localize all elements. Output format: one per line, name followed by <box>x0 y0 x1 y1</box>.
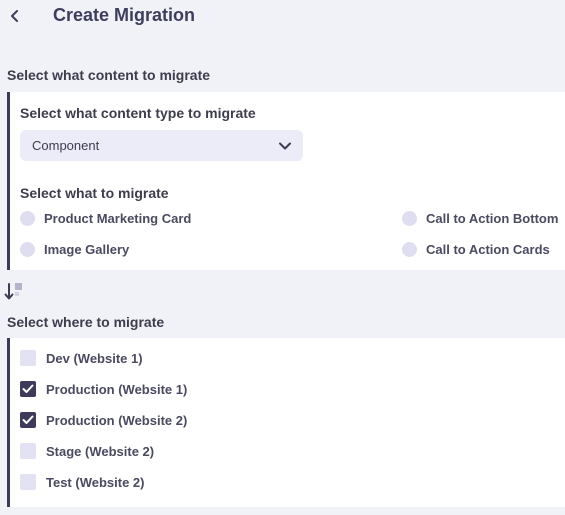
checkbox[interactable] <box>20 412 36 428</box>
checkbox[interactable] <box>20 350 36 366</box>
radio-label: Call to Action Bottom <box>426 211 559 226</box>
migrate-arrow-icon <box>4 283 22 300</box>
target-option[interactable]: Stage (Website 2) <box>20 443 154 459</box>
radio-label: Image Gallery <box>44 242 130 257</box>
radio-button[interactable] <box>20 211 35 226</box>
checkbox-label: Stage (Website 2) <box>46 443 155 459</box>
content-type-value: Component <box>32 138 100 153</box>
checkbox[interactable] <box>20 443 36 459</box>
target-option[interactable]: Test (Website 2) <box>20 474 144 490</box>
checkbox-label: Production (Website 2) <box>46 412 188 428</box>
checkbox-label: Dev (Website 1) <box>46 350 143 366</box>
radio-option[interactable]: Call to Action Cards <box>402 242 550 257</box>
page-title: Create Migration <box>53 5 196 25</box>
checkmark-icon <box>22 384 34 393</box>
target-option[interactable]: Dev (Website 1) <box>20 350 143 366</box>
checkbox-label: Production (Website 1) <box>46 381 188 397</box>
checkmark-icon <box>22 415 34 424</box>
radio-label: Call to Action Cards <box>426 242 550 257</box>
radio-option[interactable]: Product Marketing Card <box>20 211 191 226</box>
content-section-title: Select what content to migrate <box>7 67 211 83</box>
header: Create Migration <box>0 0 565 36</box>
radio-button[interactable] <box>402 242 417 257</box>
checkbox[interactable] <box>20 381 36 397</box>
radio-button[interactable] <box>402 211 417 226</box>
target-section-title: Select where to migrate <box>7 314 165 330</box>
radio-button[interactable] <box>20 242 35 257</box>
what-to-migrate-label: Select what to migrate <box>20 185 169 201</box>
content-type-label: Select what content type to migrate <box>20 105 256 121</box>
back-button[interactable] <box>6 5 24 27</box>
content-type-select[interactable]: Component <box>20 130 303 161</box>
target-option[interactable]: Production (Website 1) <box>20 381 187 397</box>
checkbox[interactable] <box>20 474 36 490</box>
radio-option[interactable]: Call to Action Bottom <box>402 211 558 226</box>
chevron-left-icon <box>11 10 18 22</box>
radio-option[interactable]: Image Gallery <box>20 242 129 257</box>
chevron-down-icon <box>279 142 291 149</box>
checkbox-label: Test (Website 2) <box>46 474 145 490</box>
target-option[interactable]: Production (Website 2) <box>20 412 187 428</box>
radio-label: Product Marketing Card <box>44 211 192 226</box>
